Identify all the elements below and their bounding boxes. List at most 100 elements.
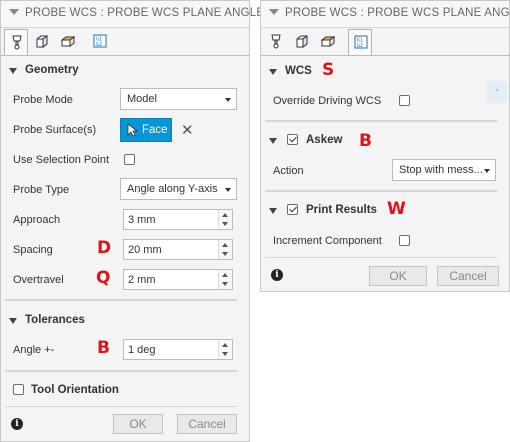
use-selection-point-checkbox[interactable]	[124, 154, 135, 165]
post-process-icon: G1G2	[93, 34, 107, 48]
left-title-bar[interactable]: PROBE WCS : PROBE WCS PLANE ANGLE	[1, 1, 264, 28]
spin-up-icon[interactable]	[222, 273, 228, 277]
cancel-button[interactable]: Cancel	[437, 266, 499, 286]
right-dialog-footer: i OK Cancel	[261, 261, 509, 289]
annotation-wcs: S	[322, 60, 335, 80]
right-tab-bar: G1 G2	[261, 28, 509, 56]
tolerances-section-header[interactable]: Tolerances	[1, 312, 249, 330]
annotation-askew: B	[359, 131, 372, 151]
increment-component-checkbox[interactable]	[399, 235, 410, 246]
heights-box-icon	[60, 36, 76, 47]
section-divider	[5, 370, 237, 372]
annotation-print-results: W	[387, 199, 406, 219]
geometry-header-label: Geometry	[25, 64, 79, 76]
left-dialog-title: PROBE WCS : PROBE WCS PLANE ANGLE	[25, 7, 265, 19]
override-driving-wcs-checkbox[interactable]	[399, 95, 410, 106]
spacing-input[interactable]: 20 mm	[123, 239, 233, 260]
caret-up-icon	[495, 88, 499, 91]
spin-up-icon[interactable]	[222, 213, 228, 217]
spin-down-icon[interactable]	[222, 352, 228, 356]
approach-input[interactable]: 3 mm	[123, 209, 233, 230]
info-icon[interactable]: i	[11, 418, 23, 430]
askew-section-header[interactable]: Askew	[261, 132, 509, 150]
section-divider	[5, 299, 237, 301]
angle-label: Angle +-	[13, 344, 55, 356]
probe-mode-label: Probe Mode	[13, 94, 73, 106]
probe-type-value: Angle along Y-axis	[127, 183, 218, 195]
probe-mode-value: Model	[127, 93, 157, 105]
footer-divider	[265, 257, 497, 258]
spin-down-icon[interactable]	[222, 252, 228, 256]
angle-spinner[interactable]	[218, 340, 232, 359]
spacing-spinner[interactable]	[218, 240, 232, 259]
ok-button[interactable]: OK	[113, 414, 163, 434]
collapse-icon[interactable]	[269, 9, 279, 15]
spin-down-icon[interactable]	[222, 222, 228, 226]
section-divider	[265, 120, 497, 122]
approach-spinner[interactable]	[218, 210, 232, 229]
ok-button[interactable]: OK	[369, 266, 427, 286]
face-button-label: Face	[142, 124, 168, 136]
probe-surface-label: Probe Surface(s)	[13, 124, 97, 136]
heights-box-icon	[320, 36, 336, 47]
expand-hint[interactable]	[487, 81, 507, 103]
overtravel-input[interactable]: 2 mm	[123, 269, 233, 290]
askew-checkbox[interactable]	[287, 134, 298, 145]
tool-orientation-section-header[interactable]: Tool Orientation	[1, 382, 249, 400]
info-icon[interactable]: i	[271, 269, 283, 281]
dropdown-arrow-icon	[225, 188, 231, 192]
footer-divider	[5, 406, 237, 407]
tab-geometry[interactable]	[30, 29, 54, 53]
geometry-section-header[interactable]: Geometry	[1, 62, 249, 80]
tab-heights[interactable]	[56, 29, 80, 53]
action-label: Action	[273, 165, 304, 177]
tool-orientation-header-label: Tool Orientation	[31, 384, 119, 396]
left-dialog-footer: i OK Cancel	[1, 409, 249, 439]
probe-type-select[interactable]: Angle along Y-axis	[120, 178, 237, 200]
dropdown-arrow-icon	[225, 98, 231, 102]
probe-mode-select[interactable]: Model	[120, 88, 237, 110]
cancel-button[interactable]: Cancel	[177, 414, 237, 434]
tab-geometry[interactable]	[290, 29, 314, 53]
face-select-button[interactable]: Face	[120, 118, 172, 142]
increment-component-label: Increment Component	[273, 235, 382, 247]
tab-tool[interactable]	[4, 29, 28, 55]
print-results-section-header[interactable]: Print Results	[261, 202, 509, 220]
svg-text:G2: G2	[357, 43, 363, 49]
svg-text:G2: G2	[96, 42, 102, 48]
left-dialog: PROBE WCS : PROBE WCS PLANE ANGLE G1 G2 G…	[0, 0, 264, 442]
expand-triangle-icon	[9, 318, 17, 324]
overtravel-value: 2 mm	[128, 274, 156, 286]
dropdown-arrow-icon	[484, 169, 490, 173]
right-title-bar[interactable]: PROBE WCS : PROBE WCS PLANE ANGLE	[261, 1, 510, 28]
expand-triangle-icon	[269, 138, 277, 144]
approach-value: 3 mm	[128, 214, 156, 226]
overtravel-spinner[interactable]	[218, 270, 232, 289]
right-dialog-title: PROBE WCS : PROBE WCS PLANE ANGLE	[285, 7, 510, 19]
wcs-section-header[interactable]: WCS	[261, 63, 509, 81]
override-driving-wcs-label: Override Driving WCS	[273, 95, 382, 107]
tab-post-process[interactable]: G1 G2	[348, 29, 372, 55]
print-results-header-label: Print Results	[306, 204, 377, 216]
tab-post-process[interactable]: G1 G2	[88, 29, 112, 53]
spacing-label: Spacing	[13, 244, 53, 256]
expand-triangle-icon	[9, 68, 17, 74]
post-process-icon: G1G2	[354, 35, 368, 49]
angle-value: 1 deg	[128, 344, 156, 356]
angle-input[interactable]: 1 deg	[123, 339, 233, 360]
annotation-overtravel: Q	[96, 268, 111, 288]
askew-header-label: Askew	[306, 134, 343, 146]
wcs-header-label: WCS	[285, 65, 312, 77]
spin-up-icon[interactable]	[222, 243, 228, 247]
tool-orientation-checkbox[interactable]	[13, 384, 24, 395]
probe-type-label: Probe Type	[13, 184, 70, 196]
print-results-checkbox[interactable]	[287, 204, 298, 215]
tab-heights[interactable]	[316, 29, 340, 53]
collapse-icon[interactable]	[9, 9, 19, 15]
action-select[interactable]: Stop with mess...	[392, 159, 496, 181]
spin-down-icon[interactable]	[222, 282, 228, 286]
spin-up-icon[interactable]	[222, 343, 228, 347]
clear-selection-icon[interactable]: ✕	[181, 121, 194, 139]
tab-tool[interactable]	[264, 29, 288, 53]
tolerances-header-label: Tolerances	[25, 314, 85, 326]
